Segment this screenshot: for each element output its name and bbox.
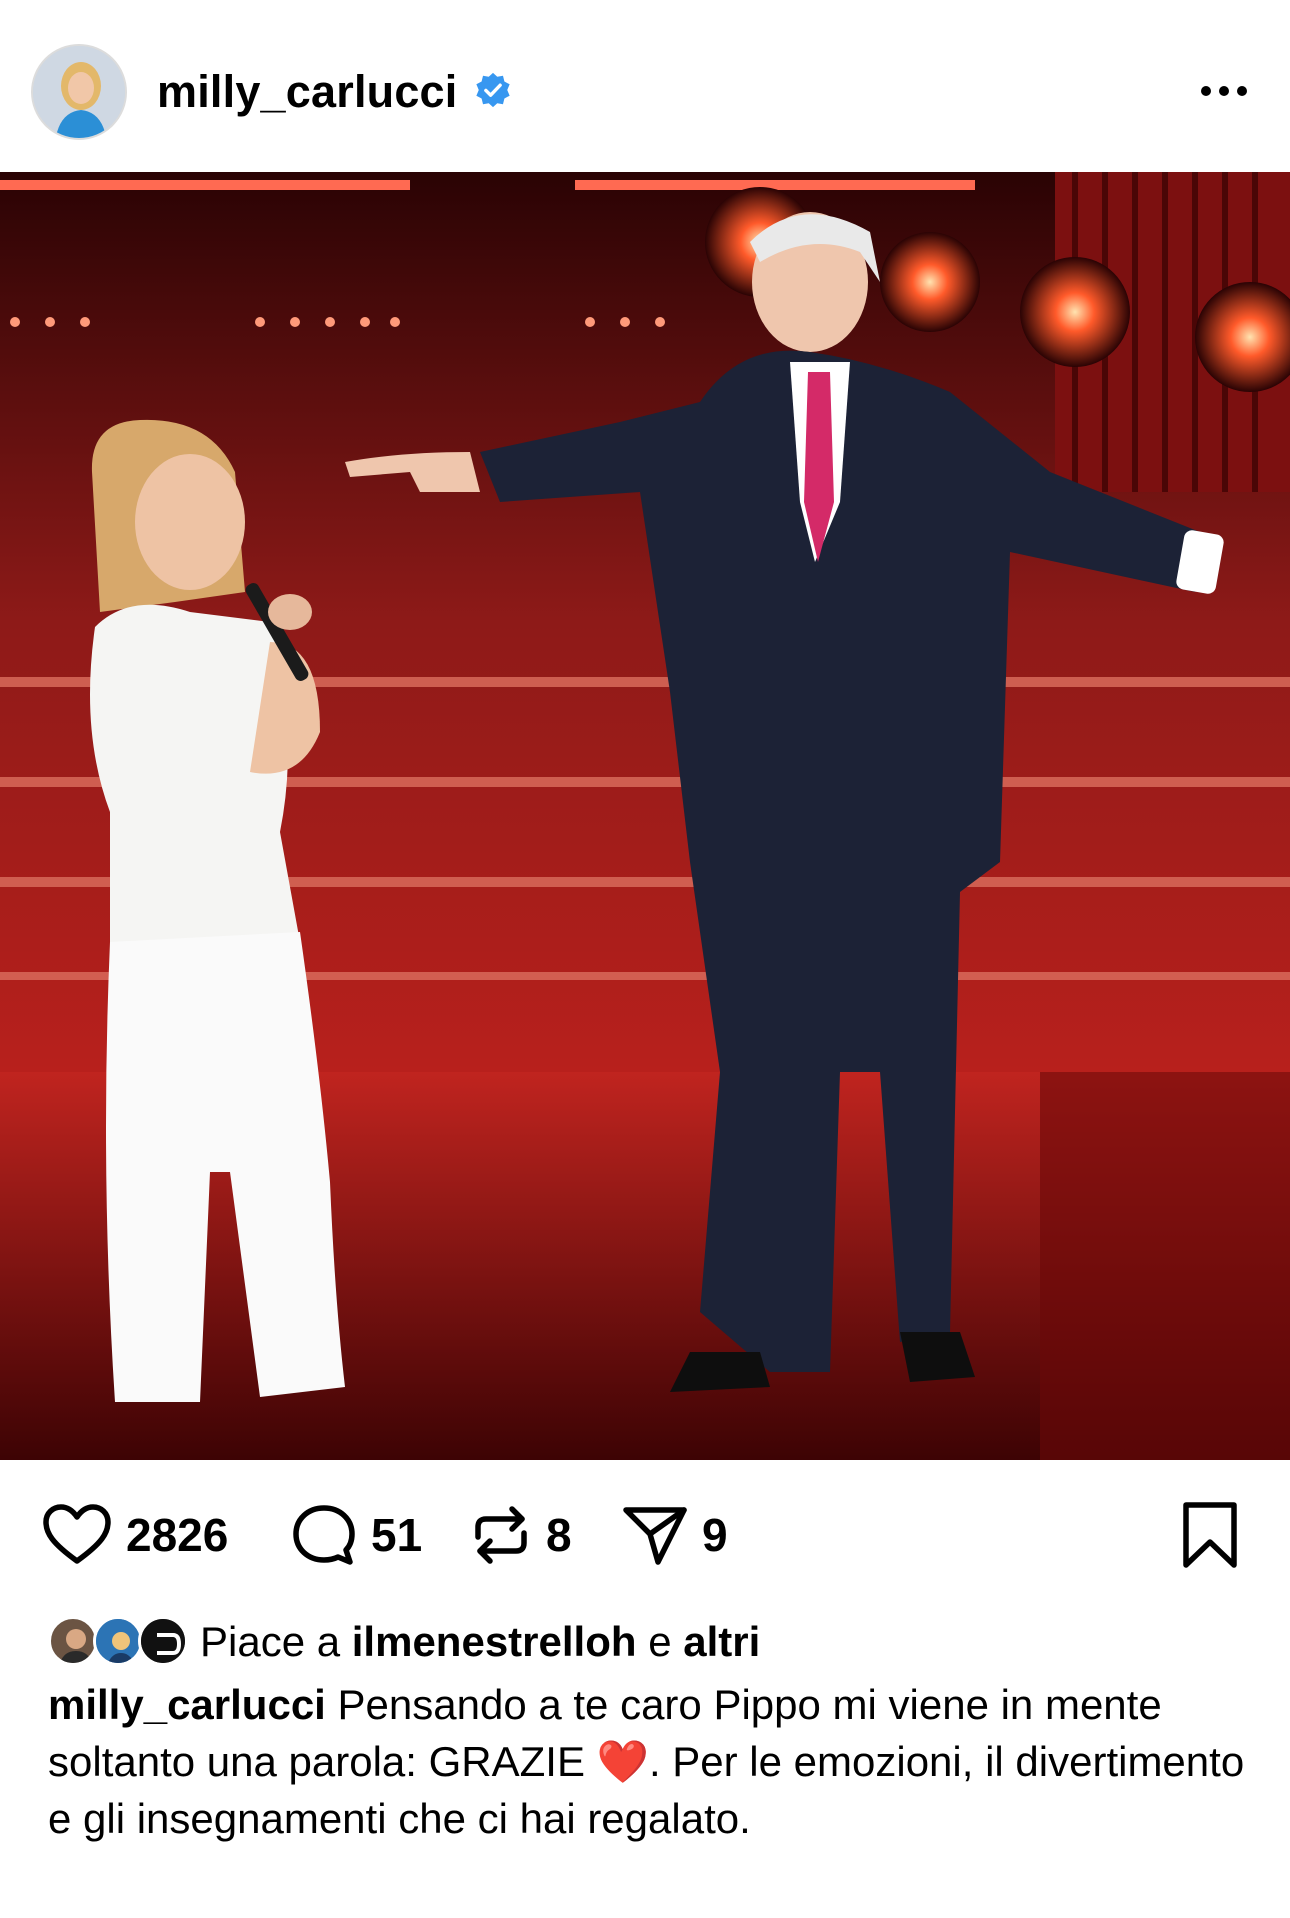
liker-avatar	[93, 1616, 143, 1666]
verified-badge-icon	[476, 72, 510, 108]
liked-by-others[interactable]: altri	[683, 1618, 760, 1666]
ellipsis-icon[interactable]	[1198, 76, 1250, 106]
comments-count: 51	[371, 1509, 423, 1561]
like-button[interactable]: 2826	[42, 1500, 228, 1570]
liked-by-row[interactable]: Piace a ilmenestrelloh e altri	[48, 1612, 760, 1672]
post-username[interactable]: milly_carlucci	[157, 66, 458, 118]
share-button[interactable]: 9	[622, 1500, 728, 1570]
liker-avatar	[138, 1616, 188, 1666]
comment-button[interactable]: 51	[291, 1500, 422, 1570]
repost-icon	[475, 1506, 527, 1564]
bookmark-icon[interactable]	[1178, 1500, 1242, 1570]
liked-by-user[interactable]: ilmenestrelloh	[352, 1618, 637, 1666]
post-header: milly_carlucci	[0, 0, 1290, 172]
repost-button[interactable]: 8	[470, 1500, 572, 1570]
post-photo[interactable]	[0, 172, 1290, 1460]
comment-icon	[293, 1505, 355, 1565]
likes-count: 2826	[126, 1509, 229, 1561]
liked-by-prefix: Piace a	[200, 1618, 341, 1665]
reposts-count: 8	[546, 1509, 572, 1561]
action-bar: 2826 51 8 9	[0, 1460, 1290, 1610]
heart-icon	[43, 1504, 111, 1564]
profile-avatar[interactable]	[31, 44, 127, 140]
shares-count: 9	[702, 1509, 728, 1561]
liker-avatar	[48, 1616, 98, 1666]
liked-by-connector: e	[648, 1618, 672, 1665]
post-caption: milly_carlucci Pensando a te caro Pippo …	[48, 1676, 1248, 1847]
caption-username[interactable]: milly_carlucci	[48, 1681, 326, 1728]
liker-avatars	[48, 1614, 188, 1670]
heart-emoji-icon: ❤️	[596, 1738, 649, 1785]
send-icon	[623, 1507, 687, 1565]
